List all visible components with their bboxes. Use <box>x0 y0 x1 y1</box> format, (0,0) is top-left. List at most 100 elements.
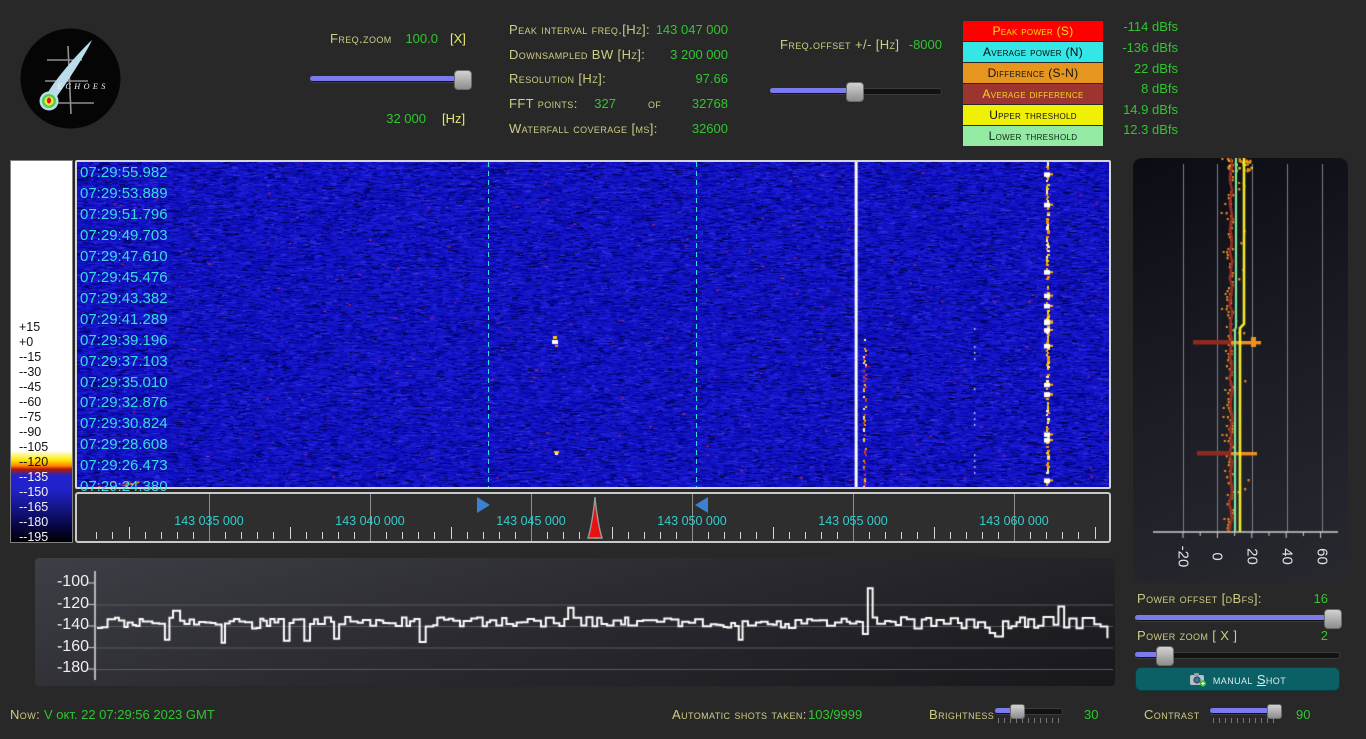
ruler-frequency-label: 143 040 000 <box>335 514 405 528</box>
spectrum-plot: -100-120-140-160-180 <box>35 558 1115 686</box>
spectrum-axis-label: -140 <box>43 616 89 634</box>
now-value: V окт. 22 07:29:56 2023 GMT <box>44 707 215 722</box>
contrast-slider-handle[interactable] <box>1267 704 1282 719</box>
ruler-tick <box>901 532 902 539</box>
power-zoom-slider[interactable] <box>1135 647 1340 663</box>
power-zoom-value: 2 <box>1288 628 1328 643</box>
ruler-tick <box>837 532 838 539</box>
shots-taken-label: Automatic shots taken: <box>672 707 807 722</box>
legend-button-lower-threshold[interactable]: Lower threshold <box>963 126 1103 146</box>
ruler-tick <box>193 532 194 539</box>
power-axis-label: 60 <box>1314 537 1331 577</box>
power-offset-slider-handle[interactable] <box>1324 609 1342 629</box>
ruler-frequency-label: 143 035 000 <box>174 514 244 528</box>
scale-label: --180 <box>19 515 48 529</box>
peak-frequency-marker <box>584 495 606 540</box>
ruler-frequency-label: 143 050 000 <box>657 514 727 528</box>
scale-label: --60 <box>19 395 41 409</box>
legend-value: -136 dBfs <box>1108 40 1178 55</box>
info-row-value2: 32768 <box>668 96 728 111</box>
ruler-tick <box>418 532 419 539</box>
legend-value: 14.9 dBfs <box>1108 102 1178 117</box>
contrast-value: 90 <box>1296 707 1310 722</box>
ruler-tick <box>161 532 162 539</box>
ruler-tick <box>273 532 274 539</box>
ruler-tick <box>515 532 516 539</box>
info-row-value: 143 047 000 <box>608 22 728 37</box>
spectrum-canvas <box>35 558 1115 686</box>
ruler-frequency-label: 143 055 000 <box>818 514 888 528</box>
legend-value: 8 dBfs <box>1108 81 1178 96</box>
waterfall-display[interactable]: 07:29:55.98207:29:53.88907:29:51.79607:2… <box>75 160 1111 489</box>
waterfall-timestamp: 07:29:53.889 <box>80 185 168 202</box>
legend-value: -114 dBfs <box>1108 19 1178 34</box>
freq-offset-value: -8000 <box>900 37 942 52</box>
freq-offset-slider-fill <box>770 88 854 93</box>
legend-button-peak-power-s[interactable]: Peak power (S) <box>963 21 1103 41</box>
freq-zoom-slider-handle[interactable] <box>454 70 472 90</box>
freq-zoom-label: Freq.zoom <box>330 31 392 46</box>
freq-zoom-slider[interactable] <box>310 71 470 87</box>
ruler-tick <box>306 532 307 539</box>
ruler-tick <box>579 532 580 539</box>
ruler-tick <box>145 532 146 539</box>
brightness-slider[interactable] <box>995 703 1063 719</box>
ruler-tick <box>950 532 951 539</box>
legend-button-average-power-n[interactable]: Average power (N) <box>963 42 1103 62</box>
power-axis-label: 0 <box>1209 537 1226 577</box>
ruler-tick <box>869 532 870 539</box>
ruler-tick <box>547 532 548 539</box>
freq-offset-slider-handle[interactable] <box>846 82 864 102</box>
waterfall-timestamp: 07:29:43.382 <box>80 290 168 307</box>
frequency-ruler[interactable]: 143 035 000143 040 000143 045 000143 050… <box>75 492 1111 543</box>
scale-label: --75 <box>19 410 41 424</box>
freq-zoom-unit: [X] <box>450 31 466 46</box>
legend-button-average-difference[interactable]: Average difference <box>963 84 1103 104</box>
power-zoom-slider-handle[interactable] <box>1156 646 1174 666</box>
waterfall-timestamp: 07:29:49.703 <box>80 227 168 244</box>
ruler-tick <box>628 532 629 539</box>
brightness-slider-handle[interactable] <box>1010 704 1025 719</box>
freq-offset-slider[interactable] <box>770 83 942 99</box>
legend-button-difference-s-n[interactable]: Difference (S-N) <box>963 63 1103 83</box>
waterfall-timestamp: 07:29:47.610 <box>80 248 168 265</box>
waterfall-timestamp: 07:29:55.982 <box>80 164 168 181</box>
info-row-mid-label: of <box>648 96 661 111</box>
info-row-value: 327 <box>580 96 616 111</box>
power-offset-slider[interactable] <box>1135 610 1340 626</box>
brightness-value: 30 <box>1084 707 1098 722</box>
scale-label: +15 <box>19 320 40 334</box>
waterfall-timestamp: 07:29:45.476 <box>80 269 168 286</box>
scale-label: --90 <box>19 425 41 439</box>
ruler-tick <box>96 532 97 539</box>
ruler-tick <box>322 532 323 539</box>
power-offset-slider-fill <box>1135 615 1332 620</box>
interval-begin-arrow-icon[interactable] <box>477 497 490 513</box>
manual-shot-button[interactable]: manual Shot <box>1135 667 1340 691</box>
ruler-tick <box>1062 532 1063 539</box>
freq-zoom-value: 100.0 <box>398 31 438 46</box>
freq-zoom-slider-fill <box>310 76 462 81</box>
ruler-tick <box>724 532 725 539</box>
scale-label: --15 <box>19 350 41 364</box>
spectrum-axis-label: -180 <box>43 659 89 677</box>
contrast-slider[interactable] <box>1210 703 1282 719</box>
info-row-label: Resolution [Hz]: <box>509 71 606 86</box>
ruler-tick <box>451 527 452 539</box>
ruler-tick <box>129 527 130 539</box>
now-label: Now: <box>10 707 40 722</box>
svg-text:ECHOES: ECHOES <box>56 82 109 91</box>
interval-end-arrow-icon[interactable] <box>695 497 708 513</box>
ruler-tick <box>499 532 500 539</box>
power-axis-label: -20 <box>1175 537 1192 577</box>
waterfall-canvas[interactable] <box>77 162 1109 487</box>
ruler-tick <box>177 532 178 539</box>
waterfall-timestamp: 07:29:35.010 <box>80 374 168 391</box>
scale-label: --105 <box>19 440 48 454</box>
legend-value: 22 dBfs <box>1108 61 1178 76</box>
ruler-tick <box>338 532 339 539</box>
interval-begin-marker-line <box>488 162 489 487</box>
scale-label: --45 <box>19 380 41 394</box>
legend-button-upper-threshold[interactable]: Upper threshold <box>963 105 1103 125</box>
ruler-tick <box>1095 527 1096 539</box>
